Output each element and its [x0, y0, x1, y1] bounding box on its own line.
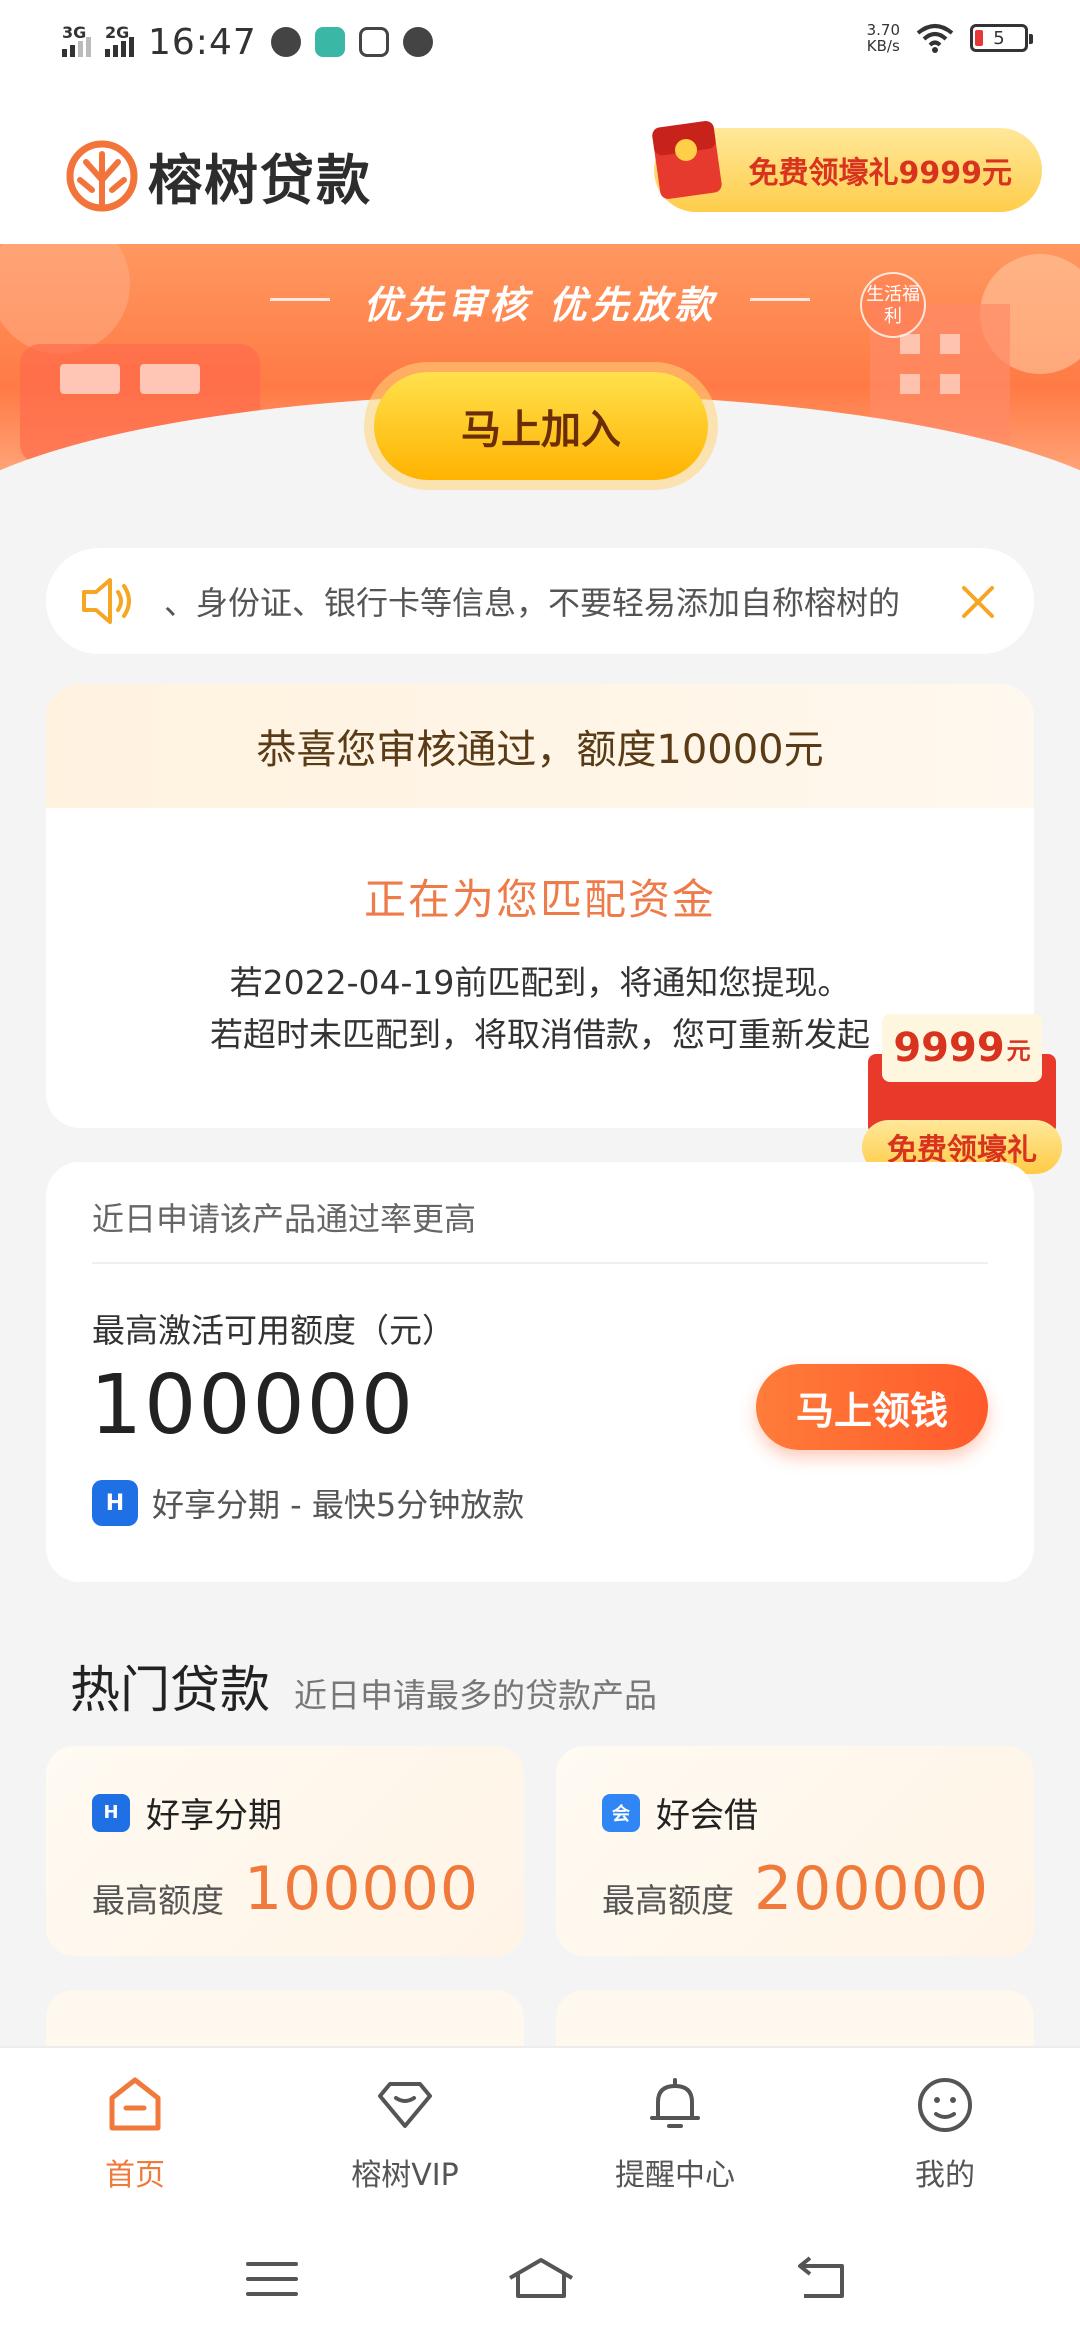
tab-reminders-label: 提醒中心 — [615, 2158, 735, 2193]
haoxiang-app-icon: H — [92, 1480, 138, 1526]
network-type-2: 2G — [105, 23, 130, 42]
wifi-icon — [916, 24, 954, 53]
get-money-button[interactable]: 马上领钱 — [756, 1364, 988, 1450]
home-nav-icon[interactable] — [506, 2254, 576, 2304]
gift-amount-value: 9999 — [893, 1025, 1005, 1071]
loan-source: H 好享分期 - 最快5分钟放款 — [92, 1480, 524, 1526]
hot-loan-amount: 100000 — [244, 1854, 480, 1924]
hot-loan-name: H 好享分期 — [92, 1788, 282, 1837]
hot-loan-name: 会 好会借 — [602, 1788, 758, 1837]
loan-source-text: 好享分期 - 最快5分钟放款 — [152, 1486, 525, 1524]
matching-status: 正在为您匹配资金 — [363, 875, 716, 924]
loan-amount: 100000 — [90, 1358, 416, 1453]
speed-value: 3.70 — [866, 21, 900, 39]
back-icon[interactable] — [792, 2254, 852, 2304]
hot-loans-header: 热门贷款 近日申请最多的贷款产品 — [70, 1650, 657, 1722]
tab-vip-label: 榕树VIP — [351, 2158, 459, 2193]
hot-loan-name-text: 好享分期 — [146, 1796, 282, 1836]
speaker-icon — [82, 578, 131, 624]
boss-app-icon — [314, 27, 345, 57]
message-icon — [270, 27, 301, 57]
status-left: 3G 2G 16:47 — [62, 20, 433, 64]
status-bar: 3G 2G 16:47 3.70 KB/s 5 — [0, 0, 1080, 82]
bell-icon — [650, 2078, 700, 2128]
welfare-badge: 生活福利 — [860, 272, 926, 338]
matching-line-1: 若2022-04-19前匹配到，将通知您提现。 — [229, 963, 851, 1002]
app-header: 榕树贷款 免费领壕礼9999元 — [0, 82, 1080, 244]
divider — [92, 1262, 988, 1264]
tab-reminders[interactable]: 提醒中心 — [540, 2048, 810, 2216]
status-time: 16:47 — [148, 21, 257, 63]
battery-icon: 5 — [970, 24, 1033, 52]
diamond-icon — [378, 2082, 432, 2128]
hot-loan-name-text: 好会借 — [656, 1796, 758, 1836]
join-now-button[interactable]: 马上加入 — [374, 372, 708, 480]
home-icon — [109, 2077, 161, 2131]
floating-gift-button[interactable]: 9999 元 免费领壕礼 — [862, 1004, 1062, 1174]
loan-offer-card: 近日申请该产品通过率更高 最高激活可用额度（元） 100000 马上领钱 H 好… — [46, 1162, 1034, 1582]
hot-loan-card[interactable]: 会 好会借 最高额度 200000 — [556, 1746, 1034, 1956]
tab-home[interactable]: 首页 — [0, 2048, 270, 2216]
free-gift-label: 免费领壕礼9999元 — [748, 156, 1013, 191]
app-notification-icon — [358, 27, 389, 57]
bottom-tab-bar: 首页 榕树VIP 提醒中心 我的 — [0, 2046, 1080, 2216]
red-envelope-icon — [652, 121, 722, 199]
network-type-1: 3G — [62, 23, 87, 42]
approval-headline: 恭喜您审核通过，额度10000元 — [46, 684, 1034, 808]
free-gift-button[interactable]: 免费领壕礼9999元 — [652, 121, 1042, 212]
battery-level: 5 — [993, 27, 1005, 49]
tab-home-label: 首页 — [105, 2158, 165, 2193]
signal-2g-icon: 2G — [105, 23, 134, 57]
smiley-icon — [918, 2078, 972, 2132]
loan-tip: 近日申请该产品通过率更高 — [92, 1200, 477, 1238]
notice-bar: 、身份证、银行卡等信息，不要轻易添加自称榕树的 — [46, 548, 1034, 654]
hot-loans-subtitle: 近日申请最多的贷款产品 — [294, 1676, 657, 1715]
tab-profile-label: 我的 — [915, 2158, 975, 2193]
speed-unit: KB/s — [866, 37, 900, 55]
tab-profile[interactable]: 我的 — [810, 2048, 1080, 2216]
hot-loan-label: 最高额度 — [602, 1881, 734, 1920]
hot-loans-title: 热门贷款 — [70, 1661, 270, 1719]
brand-logo: 榕树贷款 — [66, 136, 372, 215]
notice-text: 、身份证、银行卡等信息，不要轻易添加自称榕树的 — [164, 584, 901, 622]
hot-loan-card[interactable]: H 好享分期 最高额度 100000 — [46, 1746, 524, 1956]
tab-vip[interactable]: 榕树VIP — [270, 2048, 540, 2216]
network-speed: 3.70 KB/s — [867, 22, 900, 54]
hot-loan-amount: 200000 — [754, 1854, 990, 1924]
loan-amount-label: 最高激活可用额度（元） — [92, 1311, 455, 1350]
hot-loan-card-partial[interactable] — [46, 1990, 524, 2050]
signal-3g-icon: 3G — [62, 23, 91, 57]
status-right: 3.70 KB/s 5 — [867, 22, 1033, 54]
alert-icon — [402, 27, 433, 57]
gift-amount-unit: 元 — [1006, 1036, 1031, 1065]
haohuijie-app-icon: 会 — [602, 1793, 640, 1832]
close-icon[interactable] — [960, 584, 996, 620]
brand-name: 榕树贷款 — [148, 149, 372, 212]
haoxiang-app-icon: H — [92, 1793, 130, 1832]
banyan-tree-icon — [66, 140, 138, 211]
hot-loan-card-partial[interactable] — [556, 1990, 1034, 2050]
menu-icon[interactable] — [242, 2254, 302, 2304]
floating-gift-amount: 9999 元 — [882, 1014, 1042, 1082]
system-navigation-bar — [0, 2216, 1080, 2340]
hot-loan-label: 最高额度 — [92, 1881, 224, 1920]
